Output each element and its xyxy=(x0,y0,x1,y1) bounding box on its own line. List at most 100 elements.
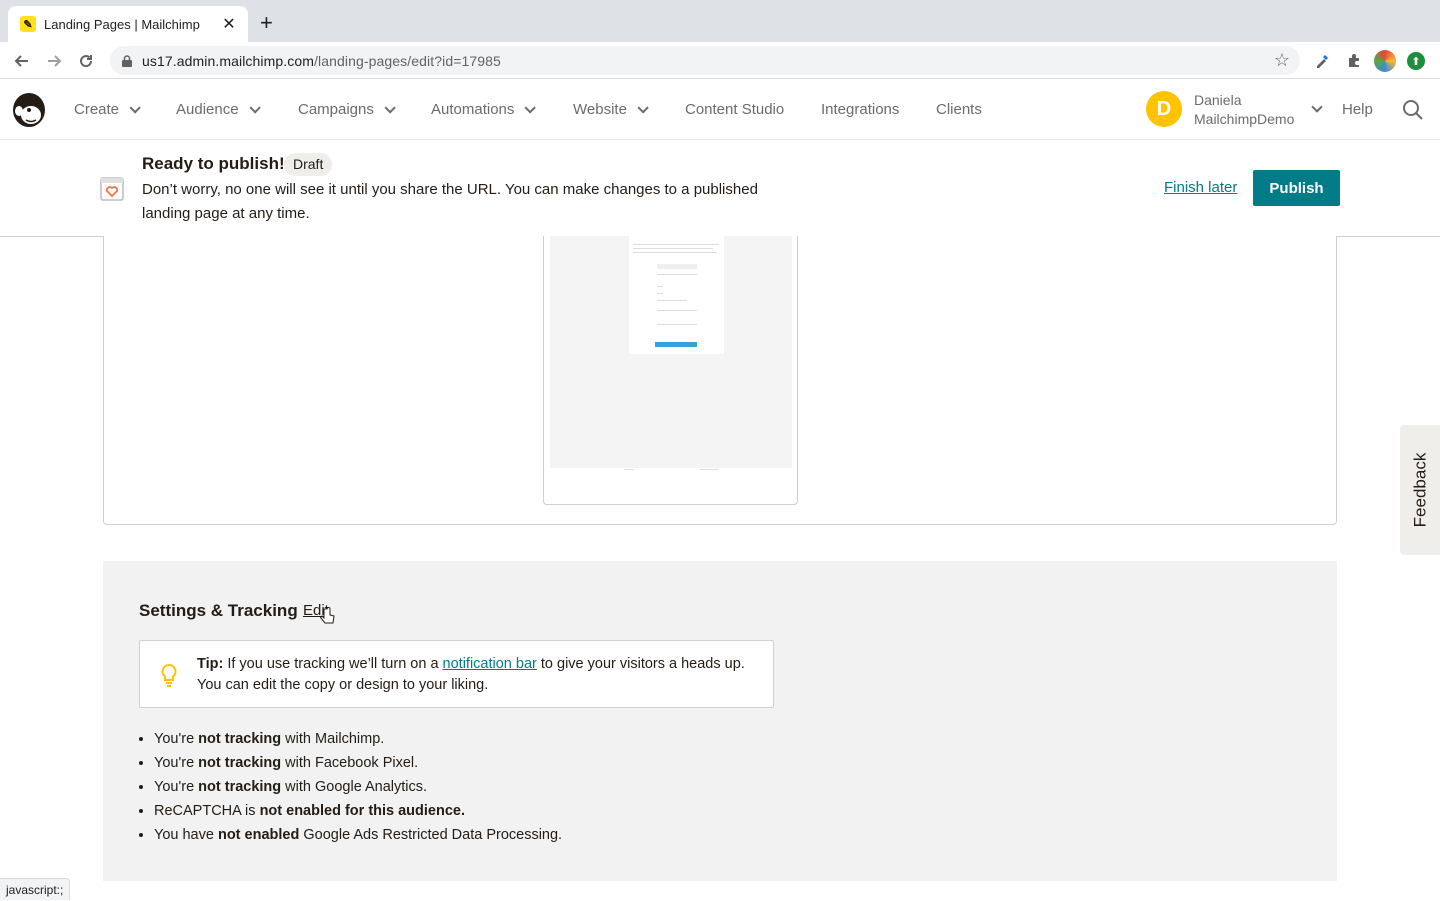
list-item: You're not tracking with Mailchimp. xyxy=(154,727,562,751)
nav-clients-label: Clients xyxy=(936,101,982,118)
thumbnail-footer xyxy=(624,469,634,470)
status-badge: Draft xyxy=(284,153,333,176)
item-emphasis: not enabled for this audience. xyxy=(259,803,466,819)
nav-website[interactable]: Website xyxy=(573,101,649,118)
forward-arrow-icon[interactable] xyxy=(42,49,66,73)
search-icon[interactable] xyxy=(1402,99,1424,121)
landing-page-heart-icon xyxy=(100,177,124,201)
banner-message: Don’t worry, no one will see it until yo… xyxy=(142,181,758,222)
browser-tabstrip: ✎ Landing Pages | Mailchimp ✕ + xyxy=(0,0,1440,42)
chevron-down-icon xyxy=(129,101,141,114)
eyedropper-extension-icon[interactable] xyxy=(1311,50,1333,72)
browser-toolbar: us17.admin.mailchimp.com/landing-pages/e… xyxy=(0,42,1440,79)
lightbulb-icon xyxy=(161,663,177,687)
publish-button[interactable]: Publish xyxy=(1253,170,1340,206)
user-first-name: Daniela xyxy=(1194,92,1242,108)
tip-label: Tip: xyxy=(197,656,224,672)
item-text: You're xyxy=(154,779,199,795)
nav-clients[interactable]: Clients xyxy=(936,101,982,118)
notification-bar-link[interactable]: notification bar xyxy=(443,656,537,672)
thumbnail-text-line xyxy=(633,248,713,249)
thumbnail-footer xyxy=(700,469,718,470)
mailchimp-logo-icon[interactable] xyxy=(10,89,48,129)
reload-icon[interactable] xyxy=(74,49,98,73)
chevron-down-icon[interactable] xyxy=(1311,101,1323,113)
thumbnail-checkbox xyxy=(657,300,687,301)
nav-audience[interactable]: Audience xyxy=(176,101,261,118)
nav-integrations-label: Integrations xyxy=(821,101,900,118)
browser-tab[interactable]: ✎ Landing Pages | Mailchimp ✕ xyxy=(8,6,248,42)
thumbnail-signup-form xyxy=(629,236,724,354)
chevron-down-icon xyxy=(249,101,261,114)
nav-automations[interactable]: Automations xyxy=(431,101,537,118)
close-icon[interactable]: ✕ xyxy=(220,14,238,34)
update-arrow-icon[interactable]: ⬆ xyxy=(1407,52,1425,70)
item-text: You have xyxy=(154,827,218,843)
nav-audience-label: Audience xyxy=(176,101,239,118)
thumbnail-background xyxy=(550,236,792,468)
user-last-name: MailchimpDemo xyxy=(1194,111,1295,127)
nav-website-label: Website xyxy=(573,101,627,118)
url-host: us17.admin.mailchimp.com xyxy=(142,52,315,69)
tip-text-start: If you use tracking we’ll turn on a xyxy=(223,656,443,672)
puzzle-extension-icon[interactable] xyxy=(1343,50,1365,72)
section-title: Settings & Tracking xyxy=(139,601,298,620)
item-emphasis: not tracking xyxy=(198,779,282,795)
browser-status-bar: javascript:; xyxy=(0,878,71,900)
chevron-down-icon xyxy=(384,101,396,114)
page-preview-card xyxy=(103,236,1337,525)
nav-integrations[interactable]: Integrations xyxy=(821,101,899,118)
nav-campaigns[interactable]: Campaigns xyxy=(298,101,396,118)
thumbnail-checkbox xyxy=(657,293,663,294)
nav-campaigns-label: Campaigns xyxy=(298,101,374,118)
help-link[interactable]: Help xyxy=(1342,101,1373,118)
item-emphasis: not tracking xyxy=(198,731,282,747)
thumbnail-text-line xyxy=(657,310,697,311)
list-item: You're not tracking with Facebook Pixel. xyxy=(154,751,562,775)
thumbnail-text-line xyxy=(633,252,717,253)
back-arrow-icon[interactable] xyxy=(10,49,34,73)
chevron-down-icon xyxy=(524,101,537,114)
nav-content-studio-label: Content Studio xyxy=(685,101,785,118)
list-item: You're not tracking with Google Analytic… xyxy=(154,775,562,799)
item-text: ReCAPTCHA is xyxy=(154,803,260,819)
feedback-tab[interactable]: Feedback xyxy=(1400,425,1440,555)
nav-content-studio[interactable]: Content Studio xyxy=(685,101,784,118)
thumbnail-subscribe-button xyxy=(655,342,697,347)
list-item: ReCAPTCHA is not enabled for this audien… xyxy=(154,799,562,823)
item-emphasis: not tracking xyxy=(198,755,282,771)
thumbnail-text-line xyxy=(633,244,719,245)
account-menu[interactable]: Daniela MailchimpDemo xyxy=(1194,91,1294,129)
new-tab-icon[interactable]: + xyxy=(260,12,273,34)
tab-title: Landing Pages | Mailchimp xyxy=(44,16,200,32)
avatar[interactable]: D xyxy=(1146,91,1182,127)
thumbnail-text-line xyxy=(657,274,697,275)
address-bar[interactable]: us17.admin.mailchimp.com/landing-pages/e… xyxy=(110,46,1300,75)
publish-banner: Ready to publish! Draft Don’t worry, no … xyxy=(0,140,1440,237)
url-text: us17.admin.mailchimp.com/landing-pages/e… xyxy=(142,53,501,69)
item-text: with Mailchimp. xyxy=(281,731,385,747)
landing-page-thumbnail[interactable] xyxy=(543,236,798,505)
nav-create[interactable]: Create xyxy=(74,101,141,118)
tip-box: Tip: If you use tracking we’ll turn on a… xyxy=(139,640,774,708)
tracking-status-list: You're not tracking with Mailchimp. You'… xyxy=(154,727,562,847)
settings-tracking-section: Settings & Tracking Edit Tip: If you use… xyxy=(103,561,1337,881)
tip-text: Tip: If you use tracking we’ll turn on a… xyxy=(197,654,767,696)
item-emphasis: not enabled xyxy=(217,827,300,843)
url-path: /landing-pages/edit?id=17985 xyxy=(314,52,501,69)
item-text: You're xyxy=(154,755,199,771)
finish-later-link[interactable]: Finish later xyxy=(1164,179,1237,196)
bookmark-star-icon[interactable]: ☆ xyxy=(1274,50,1290,71)
lock-icon xyxy=(122,54,132,67)
item-text: Google Ads Restricted Data Processing. xyxy=(299,827,563,843)
nav-create-label: Create xyxy=(74,101,120,118)
thumbnail-input xyxy=(657,264,697,269)
app-header: Create Audience Campaigns Automations We… xyxy=(0,79,1440,140)
nav-automations-label: Automations xyxy=(431,101,515,118)
feedback-label: Feedback xyxy=(1410,452,1430,528)
thumbnail-text-line xyxy=(657,324,697,325)
hand-cursor-icon xyxy=(319,607,335,624)
profile-avatar-icon[interactable] xyxy=(1374,50,1396,72)
item-text: with Facebook Pixel. xyxy=(281,755,419,771)
mailchimp-favicon-icon: ✎ xyxy=(20,16,36,32)
